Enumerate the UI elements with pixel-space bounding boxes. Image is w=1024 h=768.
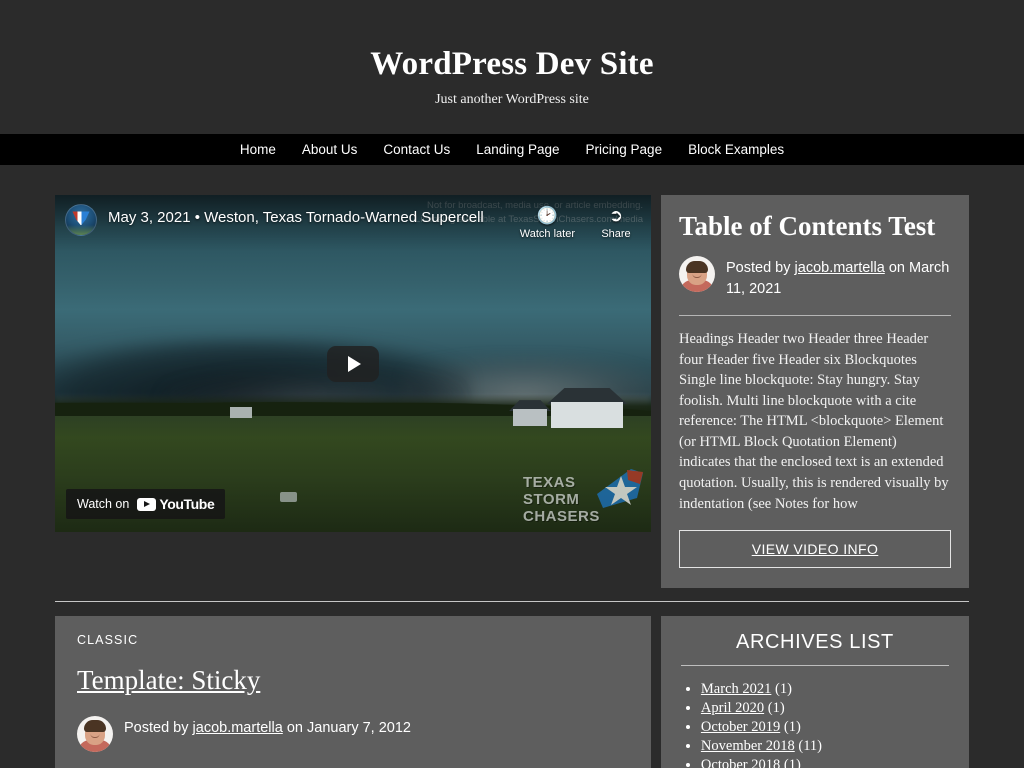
list-item: March 2021 (1) [701, 680, 949, 699]
watch-on-label: Watch on [77, 497, 129, 511]
house-far [513, 409, 547, 426]
channel-avatar-icon[interactable] [65, 204, 97, 236]
youtube-wordmark: YouTube [159, 496, 214, 512]
classic-author-link[interactable]: jacob.martella [193, 720, 283, 736]
site-title: WordPress Dev Site [0, 46, 1024, 82]
classic-byline-prefix: Posted by [124, 720, 189, 736]
nav-item-pricing-page[interactable]: Pricing Page [573, 142, 676, 157]
archive-count: (1) [784, 757, 801, 768]
archive-count: (1) [768, 700, 785, 716]
toc-author-link[interactable]: jacob.martella [795, 260, 885, 276]
section-separator [55, 601, 969, 602]
avatar [679, 256, 715, 292]
toc-byline-text: Posted by jacob.martella on March 11, 20… [726, 256, 951, 299]
archive-link-april-2020[interactable]: April 2020 [701, 700, 764, 716]
site-tagline: Just another WordPress site [0, 92, 1024, 108]
share-arrow-icon: ➲ [609, 206, 623, 226]
classic-post-date: January 7, 2012 [307, 720, 411, 736]
archive-count: (1) [784, 719, 801, 735]
archive-link-october-2018[interactable]: October 2018 [701, 757, 780, 768]
toc-byline-prefix: Posted by [726, 260, 791, 276]
classic-kicker: CLASSIC [77, 633, 629, 647]
main-content: Not for broadcast, media use, or article… [0, 165, 1024, 768]
youtube-play-box-icon [137, 498, 156, 512]
watch-later-label: Watch later [520, 228, 575, 240]
archive-count: (1) [775, 681, 792, 697]
toc-excerpt: Headings Header two Header three Header … [679, 329, 951, 514]
house-near [551, 402, 623, 428]
nav-item-landing-page[interactable]: Landing Page [463, 142, 572, 157]
youtube-logo-icon: YouTube [137, 496, 214, 512]
youtube-video-embed[interactable]: Not for broadcast, media use, or article… [55, 195, 651, 532]
archives-widget-title: ARCHIVES LIST [681, 631, 949, 666]
main-navigation: Home About Us Contact Us Landing Page Pr… [0, 134, 1024, 165]
watch-on-youtube-button[interactable]: Watch on YouTube [66, 489, 225, 519]
top-row: Not for broadcast, media use, or article… [55, 195, 969, 588]
share-label: Share [601, 228, 630, 240]
table-of-contents-card: Table of Contents Test Posted by jacob.m… [661, 195, 969, 588]
nav-item-about-us[interactable]: About Us [289, 142, 371, 157]
archives-list: March 2021 (1) April 2020 (1) October 20… [701, 680, 949, 768]
video-overlay-title[interactable]: May 3, 2021 • Weston, Texas Tornado-Warn… [108, 209, 520, 226]
youtube-actions: 🕑 Watch later ➲ Share [520, 206, 641, 240]
list-item: April 2020 (1) [701, 699, 949, 718]
youtube-top-bar: May 3, 2021 • Weston, Texas Tornado-Warn… [55, 195, 651, 251]
classic-byline-mid: on [287, 720, 303, 736]
list-item: October 2018 (1) [701, 756, 949, 768]
toc-byline-mid: on [889, 260, 905, 276]
classic-byline: Posted by jacob.martella on January 7, 2… [77, 716, 629, 752]
nav-item-block-examples[interactable]: Block Examples [675, 142, 797, 157]
toc-divider [679, 315, 951, 316]
archive-link-march-2021[interactable]: March 2021 [701, 681, 771, 697]
bottom-row: CLASSIC Template: Sticky Posted by jacob… [55, 616, 969, 768]
classic-post-title-link[interactable]: Template: Sticky [77, 665, 260, 696]
play-triangle [348, 356, 361, 372]
play-icon[interactable] [327, 346, 379, 382]
house-distant [230, 407, 252, 418]
archive-count: (11) [798, 738, 822, 754]
view-video-info-button-toc[interactable]: VIEW VIDEO INFO [679, 530, 951, 568]
watch-later-button[interactable]: 🕑 Watch later [520, 206, 575, 240]
archives-widget: ARCHIVES LIST March 2021 (1) April 2020 … [661, 616, 969, 768]
classic-post-card: CLASSIC Template: Sticky Posted by jacob… [55, 616, 651, 768]
video-column: Not for broadcast, media use, or article… [55, 195, 651, 588]
avatar-hair [686, 261, 708, 273]
share-button[interactable]: ➲ Share [591, 206, 641, 240]
archive-link-november-2018[interactable]: November 2018 [701, 738, 795, 754]
classic-byline-text: Posted by jacob.martella on January 7, 2… [124, 716, 411, 738]
archive-link-october-2019[interactable]: October 2019 [701, 719, 780, 735]
field-object [280, 492, 297, 502]
list-item: November 2018 (11) [701, 737, 949, 756]
avatar [77, 716, 113, 752]
avatar-hair [84, 720, 106, 732]
toc-card-title: Table of Contents Test [679, 211, 951, 242]
clock-icon: 🕑 [537, 206, 558, 226]
site-header: WordPress Dev Site Just another WordPres… [0, 0, 1024, 134]
toc-byline: Posted by jacob.martella on March 11, 20… [679, 256, 951, 299]
nav-item-contact-us[interactable]: Contact Us [370, 142, 463, 157]
nav-item-home[interactable]: Home [227, 142, 289, 157]
list-item: October 2019 (1) [701, 718, 949, 737]
